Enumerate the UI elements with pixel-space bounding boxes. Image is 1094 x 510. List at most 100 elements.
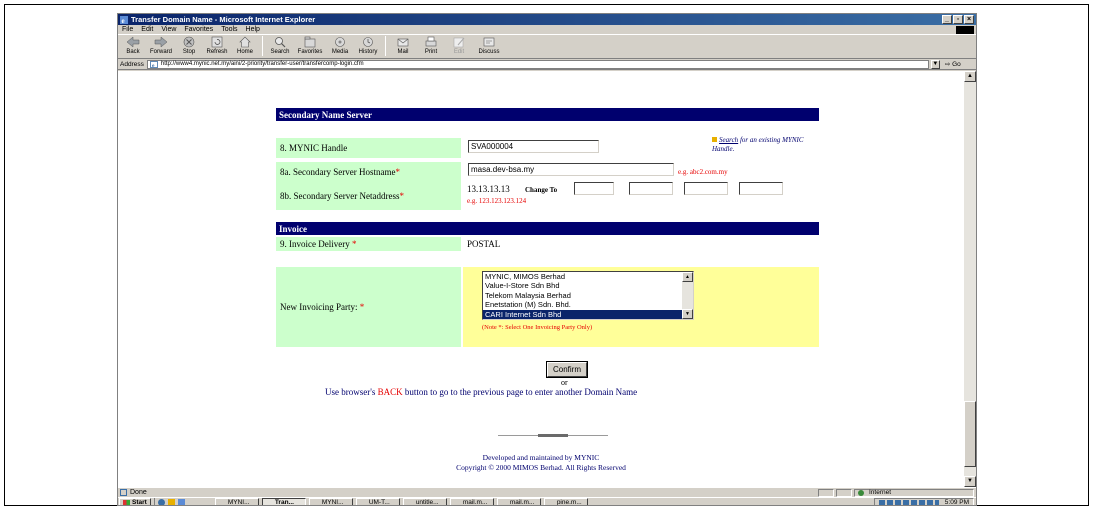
listbox-scroll-up-button[interactable]: ▲ — [682, 272, 693, 282]
history-icon — [363, 37, 373, 47]
forward-arrow-icon — [154, 36, 168, 48]
clock: 5:09 PM — [944, 499, 969, 506]
quicklaunch-desktop-icon[interactable] — [177, 499, 185, 505]
taskbar: Start MYNI... Tran... MYNI... UM-T... un… — [118, 497, 976, 506]
discuss-button[interactable]: Discuss — [474, 35, 504, 55]
address-label: Address — [120, 60, 144, 68]
taskbar-item[interactable]: mail.m... — [496, 498, 541, 505]
footer-divider-accent — [538, 434, 568, 437]
invoicing-party-option[interactable]: Enetstation (M) Sdn. Bhd. — [483, 300, 693, 309]
scroll-thumb[interactable] — [964, 401, 976, 467]
mynic-handle-input[interactable]: SVA000004 — [468, 140, 599, 153]
netaddress-octet-1[interactable] — [574, 182, 614, 195]
address-input[interactable]: e http://www4.mynic.net.my/aini/2-priori… — [146, 59, 929, 69]
favorites-button[interactable]: Favorites — [295, 35, 325, 55]
toolbar-separator — [385, 36, 386, 56]
favorites-icon — [304, 36, 316, 48]
footer-copyright: Copyright © 2000 MIMOS Berhad. All Right… — [456, 463, 626, 472]
start-button[interactable]: Start — [119, 498, 151, 505]
invoicing-party-label: New Invoicing Party: * — [276, 267, 461, 347]
system-tray: 5:09 PM — [874, 498, 974, 506]
minimize-button[interactable]: _ — [942, 15, 952, 24]
home-button[interactable]: Home — [232, 35, 258, 55]
history-button[interactable]: History — [355, 35, 381, 55]
taskbar-item[interactable]: UM-T... — [355, 498, 400, 505]
stop-button[interactable]: Stop — [176, 35, 202, 55]
address-dropdown-button[interactable]: ▼ — [930, 59, 940, 69]
scroll-up-button[interactable]: ▲ — [964, 71, 976, 82]
go-arrow-icon: ⇨ — [944, 61, 951, 68]
scroll-down-button[interactable]: ▼ — [964, 476, 976, 487]
discuss-icon — [483, 37, 495, 47]
menu-tools[interactable]: Tools — [221, 26, 237, 33]
or-text: or — [561, 378, 568, 387]
media-button[interactable]: Media — [327, 35, 353, 55]
status-panel — [818, 489, 834, 497]
netaddress-octet-4[interactable] — [739, 182, 783, 195]
invoicing-party-option[interactable]: Telekom Malaysia Berhad — [483, 291, 693, 300]
refresh-button[interactable]: Refresh — [204, 35, 230, 55]
menu-help[interactable]: Help — [246, 26, 260, 33]
hostname-input[interactable]: masa.dev-bsa.my — [468, 163, 674, 176]
taskbar-item[interactable]: pine.m... — [543, 498, 588, 505]
stop-icon — [183, 36, 195, 48]
invoice-delivery-label: 9. Invoice Delivery * — [276, 237, 461, 251]
netaddress-octet-2[interactable] — [629, 182, 673, 195]
toolbar: Back Forward Stop Refresh Home Search Fa… — [118, 35, 976, 59]
back-arrow-icon — [126, 36, 140, 48]
taskbar-item[interactable]: mail.m... — [449, 498, 494, 505]
status-text: Done — [130, 489, 147, 496]
page-scrollbar[interactable]: ▲ ▼ — [964, 71, 976, 487]
invoicing-party-option[interactable]: MYNIC, MIMOS Berhad — [483, 272, 693, 281]
section-header-invoice: Invoice — [276, 222, 819, 235]
menu-file[interactable]: File — [122, 26, 133, 33]
close-button[interactable]: × — [964, 15, 974, 24]
taskbar-item[interactable]: MYNI... — [308, 498, 353, 505]
taskbar-item[interactable]: untitle... — [402, 498, 447, 505]
internet-globe-icon — [858, 490, 864, 496]
ie-icon: e — [120, 15, 128, 24]
page-done-icon — [120, 489, 127, 496]
netaddress-octet-3[interactable] — [684, 182, 728, 195]
edit-button[interactable]: Edit — [446, 35, 472, 55]
menu-view[interactable]: View — [161, 26, 176, 33]
back-button[interactable]: Back — [120, 35, 146, 55]
listbox-scrollbar[interactable]: ▲ ▼ — [682, 272, 693, 319]
hostname-label: 8a. Secondary Server Hostname * — [276, 162, 461, 182]
search-icon — [275, 37, 286, 48]
refresh-icon — [211, 36, 223, 48]
netaddress-label: 8b. Secondary Server Netaddress * — [276, 182, 461, 210]
invoicing-party-option-selected[interactable]: CARI Internet Sdn Bhd — [483, 309, 693, 319]
search-handle-hint: Search for an existing MYNIC Handle. — [712, 136, 804, 153]
security-zone-panel: Internet — [854, 489, 974, 497]
bullet-icon — [712, 137, 717, 142]
search-button[interactable]: Search — [267, 35, 293, 55]
status-bar: Done Internet — [118, 487, 976, 497]
windows-logo-icon — [956, 26, 974, 34]
quicklaunch-ie-icon[interactable] — [157, 499, 165, 505]
toolbar-separator — [262, 36, 263, 56]
taskbar-item-active[interactable]: Tran... — [261, 498, 306, 505]
search-handle-link[interactable]: Search — [719, 136, 738, 144]
menu-favorites[interactable]: Favorites — [184, 26, 213, 33]
forward-button[interactable]: Forward — [148, 35, 174, 55]
menu-edit[interactable]: Edit — [141, 26, 153, 33]
invoice-delivery-value: POSTAL — [467, 239, 501, 249]
go-button[interactable]: ⇨ Go — [945, 60, 961, 68]
quicklaunch-outlook-icon[interactable] — [167, 499, 175, 505]
section-header-secondary-name-server: Secondary Name Server — [276, 108, 819, 121]
print-button[interactable]: Print — [418, 35, 444, 55]
confirm-button[interactable]: Confirm — [546, 361, 588, 378]
page-icon: e — [149, 60, 158, 68]
invoicing-party-option[interactable]: Value-I-Store Sdn Bhd — [483, 281, 693, 290]
listbox-scroll-down-button[interactable]: ▼ — [682, 309, 693, 319]
mail-button[interactable]: Mail — [390, 35, 416, 55]
svg-text:e: e — [122, 17, 125, 24]
invoicing-party-listbox[interactable]: MYNIC, MIMOS Berhad Value-I-Store Sdn Bh… — [482, 271, 694, 320]
edit-icon — [453, 37, 465, 48]
taskbar-item[interactable]: MYNI... — [214, 498, 259, 505]
quick-launch — [153, 498, 212, 505]
maximize-button[interactable]: ▫ — [953, 15, 963, 24]
status-panel — [836, 489, 852, 497]
media-icon — [335, 37, 345, 47]
